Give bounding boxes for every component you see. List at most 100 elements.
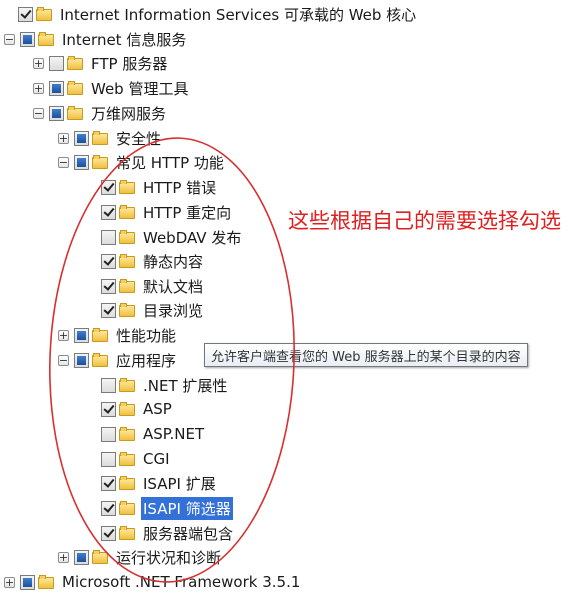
checkbox[interactable] xyxy=(101,253,116,269)
folder-icon xyxy=(119,205,135,219)
folder-icon xyxy=(92,353,108,367)
tree-node-label: WebDAV 发布 xyxy=(143,228,242,247)
checkbox[interactable] xyxy=(18,6,33,22)
checkbox[interactable] xyxy=(74,154,89,170)
checkbox[interactable] xyxy=(101,401,116,417)
tree-node-label: 静态内容 xyxy=(143,252,204,271)
tree-node-label: ISAPI 筛选器 xyxy=(141,496,233,520)
folder-icon xyxy=(119,476,135,490)
checkbox[interactable] xyxy=(101,500,116,516)
tree-node-label: HTTP 重定向 xyxy=(143,203,232,222)
collapse-icon[interactable]: − xyxy=(4,33,15,45)
checkbox[interactable] xyxy=(49,105,64,121)
tree-node-webdav[interactable]: WebDAV 发布 xyxy=(101,226,243,248)
tree-node-asp[interactable]: ASP xyxy=(101,398,174,420)
folder-icon xyxy=(38,32,54,46)
tree-node-isapi-extensions[interactable]: ISAPI 扩展 xyxy=(101,472,218,494)
expand-icon[interactable]: + xyxy=(58,329,69,341)
expand-icon[interactable]: + xyxy=(33,82,44,94)
tree-node-label: 万维网服务 xyxy=(91,104,167,123)
folder-icon xyxy=(92,550,108,564)
folder-icon xyxy=(119,180,135,194)
tree-node-label: .NET 扩展性 xyxy=(143,376,228,395)
tree-node-label: FTP 服务器 xyxy=(91,54,168,73)
tree-node-label: 服务器端包含 xyxy=(143,524,234,543)
checkbox[interactable] xyxy=(74,549,89,565)
expand-icon[interactable]: + xyxy=(33,57,44,69)
checkbox[interactable] xyxy=(101,426,116,442)
tree-node-http-redirect[interactable]: HTTP 重定向 xyxy=(101,201,233,223)
tree-node-isapi-filters[interactable]: ISAPI 筛选器 xyxy=(101,496,233,520)
folder-icon xyxy=(119,230,135,244)
checkbox[interactable] xyxy=(101,451,116,467)
folder-icon xyxy=(67,106,83,120)
tooltip: 允许客户端查看您的 Web 服务器上的某个目录的内容 xyxy=(204,343,528,367)
expand-icon[interactable]: + xyxy=(58,132,69,144)
folder-icon xyxy=(92,131,108,145)
tree-node-common-http-features[interactable]: − 常见 HTTP 功能 xyxy=(58,151,226,173)
tree-node-directory-browsing[interactable]: 目录浏览 xyxy=(101,299,205,321)
tree-node-http-errors[interactable]: HTTP 错误 xyxy=(101,176,218,198)
folder-icon xyxy=(119,501,135,515)
checkbox[interactable] xyxy=(49,55,64,71)
checkbox[interactable] xyxy=(101,278,116,294)
tree-node-health-diagnostics[interactable]: + 运行状况和诊断 xyxy=(58,546,223,568)
folder-icon xyxy=(119,303,135,317)
tree-node-security[interactable]: + 安全性 xyxy=(58,127,163,149)
tree-node-static-content[interactable]: 静态内容 xyxy=(101,250,205,272)
tree-node-label: ISAPI 扩展 xyxy=(143,474,216,493)
tree-node-dotnet-framework[interactable]: + Microsoft .NET Framework 3.5.1 xyxy=(4,571,302,593)
tree-node-label: 常见 HTTP 功能 xyxy=(116,153,224,172)
tree-node-ftp-server[interactable]: + FTP 服务器 xyxy=(33,52,169,74)
checkbox[interactable] xyxy=(74,130,89,146)
tree-node-net-extensibility[interactable]: .NET 扩展性 xyxy=(101,374,229,396)
expand-icon[interactable]: + xyxy=(58,551,69,563)
tree-node-label: ASP.NET xyxy=(143,425,205,443)
tree-node-iis-hostable-web-core[interactable]: Internet Information Services 可承载的 Web 核… xyxy=(18,3,418,25)
tree-node-performance-features[interactable]: + 性能功能 xyxy=(58,324,178,346)
tree-node-cgi[interactable]: CGI xyxy=(101,448,172,470)
tree-node-label: 应用程序 xyxy=(116,351,177,370)
tree-node-default-document[interactable]: 默认文档 xyxy=(101,275,205,297)
folder-icon xyxy=(119,378,135,392)
collapse-icon[interactable]: − xyxy=(33,107,44,119)
collapse-icon[interactable]: − xyxy=(58,354,69,366)
expand-icon[interactable]: + xyxy=(4,576,15,588)
folder-icon xyxy=(119,279,135,293)
checkbox[interactable] xyxy=(101,204,116,220)
tree-node-label: ASP xyxy=(143,400,172,418)
checkbox[interactable] xyxy=(74,352,89,368)
folder-icon xyxy=(38,575,54,589)
tree-node-label: Microsoft .NET Framework 3.5.1 xyxy=(62,573,301,591)
checkbox[interactable] xyxy=(101,475,116,491)
checkbox[interactable] xyxy=(20,31,35,47)
tree-node-label: 性能功能 xyxy=(116,326,177,345)
checkbox[interactable] xyxy=(74,327,89,343)
checkbox[interactable] xyxy=(101,179,116,195)
folder-icon xyxy=(119,402,135,416)
tree-node-application-dev[interactable]: − 应用程序 xyxy=(58,349,178,371)
tree-node-label: HTTP 错误 xyxy=(143,178,217,197)
tree-node-www-services[interactable]: − 万维网服务 xyxy=(33,102,168,124)
tree-node-label: 默认文档 xyxy=(143,277,204,296)
folder-icon xyxy=(119,526,135,540)
checkbox[interactable] xyxy=(101,229,116,245)
folder-icon xyxy=(67,56,83,70)
collapse-icon[interactable]: − xyxy=(58,156,69,168)
folder-icon xyxy=(92,328,108,342)
folder-icon xyxy=(119,254,135,268)
checkbox[interactable] xyxy=(49,80,64,96)
tree-node-internet-info-services[interactable]: − Internet 信息服务 xyxy=(4,28,188,50)
tree-node-server-side-includes[interactable]: 服务器端包含 xyxy=(101,522,235,544)
tree-node-aspnet[interactable]: ASP.NET xyxy=(101,423,206,445)
checkbox[interactable] xyxy=(101,377,116,393)
tree-node-label: CGI xyxy=(143,450,170,468)
tree-node-label: Web 管理工具 xyxy=(91,79,189,98)
folder-icon xyxy=(119,427,135,441)
tree-node-web-management-tools[interactable]: + Web 管理工具 xyxy=(33,77,190,99)
tree-node-label: 安全性 xyxy=(116,129,162,148)
checkbox[interactable] xyxy=(101,525,116,541)
checkbox[interactable] xyxy=(101,302,116,318)
checkbox[interactable] xyxy=(20,574,35,590)
folder-icon xyxy=(67,81,83,95)
